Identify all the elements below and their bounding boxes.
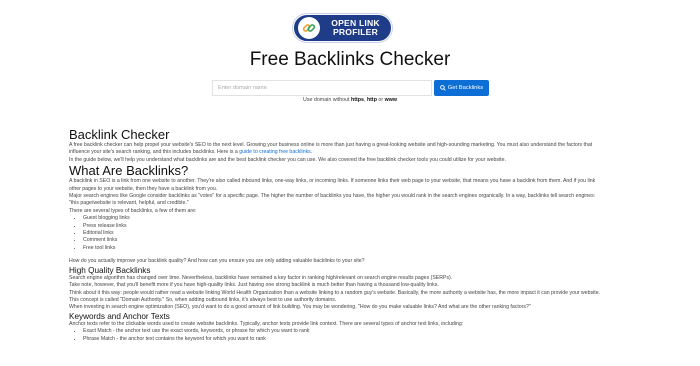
domain-hint: Use domain without https, http or www	[0, 97, 700, 103]
logo-text: OPEN LINK PROFILER	[320, 19, 391, 37]
get-backlinks-label: Get Backlinks	[447, 85, 484, 91]
hint-prefix: Use domain without	[303, 97, 350, 103]
list-item: Press release links	[83, 223, 639, 230]
list-item: Comment links	[83, 237, 639, 244]
hint-or: or	[378, 97, 384, 103]
section2-p2-line1: Major search engines like Google conside…	[69, 193, 596, 200]
section2-paragraph-3: There are several types of backlinks, a …	[69, 207, 197, 214]
link-icon	[298, 17, 320, 39]
list-item: Free tool links	[83, 245, 639, 252]
hint-separator: ,	[363, 97, 366, 103]
section3-line4: This concept is called "Domain Authority…	[69, 296, 337, 303]
section2-paragraph-2: Major search engines like Google conside…	[69, 193, 639, 208]
section-heading-high-quality-backlinks: High Quality Backlinks	[69, 265, 151, 275]
section2-p1-line2: other pages to your website, then they h…	[69, 185, 218, 192]
hint-https: https	[351, 97, 364, 103]
list-item: Phrase Match - the anchor text contains …	[83, 336, 639, 343]
section3-line2: Take note, however, that you'll benefit …	[69, 282, 439, 289]
hint-http: http	[366, 97, 377, 103]
list-item: Exact Match - the anchor text use the ex…	[83, 328, 639, 335]
section2-paragraph-1: A backlink in SEO is a link from one web…	[69, 178, 639, 193]
section2-p1-line1: A backlink in SEO is a link from one web…	[69, 178, 596, 185]
section-heading-keywords-anchor-texts: Keywords and Anchor Texts	[69, 311, 170, 321]
search-form: Get Backlinks	[212, 80, 489, 96]
logo-line-2: PROFILER	[332, 27, 379, 37]
search-icon	[439, 85, 446, 91]
section1-p1-end: .	[310, 149, 313, 156]
section-heading-what-are-backlinks: What Are Backlinks?	[69, 163, 189, 179]
section1-p1-line1: A free backlink checker can help propel …	[69, 142, 593, 148]
guide-link[interactable]: guide to creating free backlinks	[239, 149, 311, 155]
section3-line5: When investing in search engine optimiza…	[69, 304, 531, 311]
section1-p1-line2: influence your site's search ranking, an…	[69, 149, 240, 156]
get-backlinks-button[interactable]: Get Backlinks	[434, 80, 489, 96]
hint-www: www	[384, 97, 397, 103]
list-item: Editorial links	[83, 230, 639, 237]
page-title: Free Backlinks Checker	[249, 49, 451, 70]
section3-paragraph: Search engine algorithm has changed over…	[69, 275, 639, 312]
section3-line3: Think about it this way: people would ra…	[69, 289, 601, 296]
domain-input[interactable]	[212, 80, 432, 96]
section-heading-backlink-checker: Backlink Checker	[69, 127, 170, 142]
section2-paragraph-4: How do you actually improve your backlin…	[69, 258, 365, 265]
list-item: Guest blogging links	[83, 215, 639, 222]
section2-p2-line2: "this page/website is relevant, helpful,…	[69, 200, 189, 207]
article-content: Backlink Checker A free backlink checker…	[69, 128, 639, 343]
open-link-profiler-logo[interactable]: OPEN LINK PROFILER	[293, 14, 392, 42]
section3-line1: Search engine algorithm has changed over…	[69, 274, 453, 281]
anchor-types-list: Exact Match - the anchor text use the ex…	[69, 328, 639, 343]
section1-paragraph-1: A free backlink checker can help propel …	[69, 142, 639, 157]
backlink-types-list: Guest blogging links Press release links…	[69, 215, 639, 252]
section4-paragraph: Anchor texts refer to the clickable word…	[69, 320, 464, 327]
